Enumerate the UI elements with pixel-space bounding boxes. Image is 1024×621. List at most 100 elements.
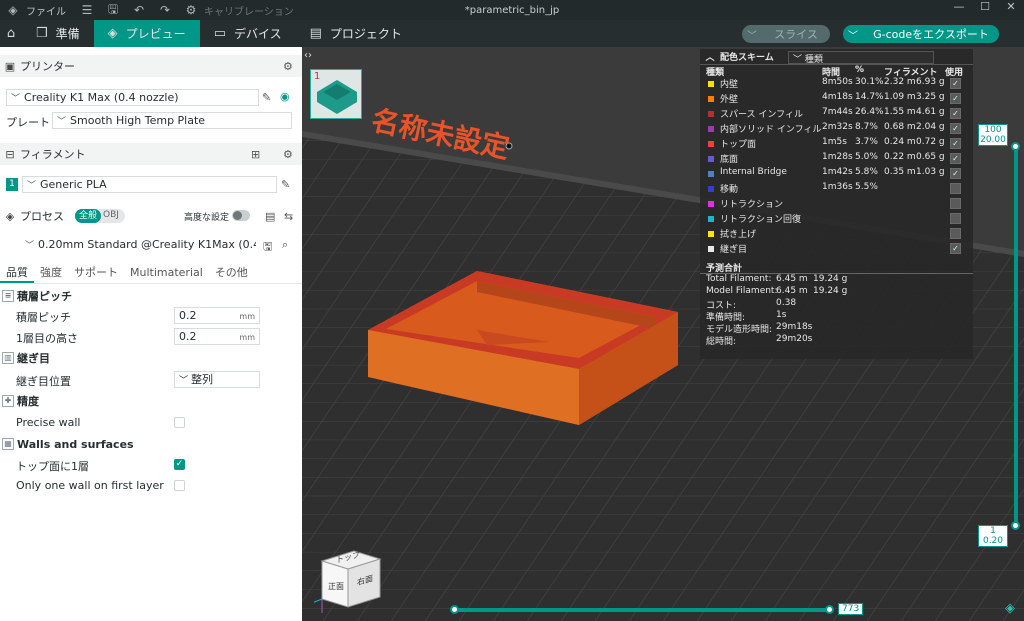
obj-toggle[interactable]: OBJ (103, 210, 119, 220)
chevron-down-icon[interactable]: ﹀ (742, 27, 762, 42)
legend-swatch (708, 216, 714, 222)
plate-select[interactable]: ﹀ Smooth High Temp Plate (52, 112, 292, 129)
legend-row[interactable]: 継ぎ目 ✓ (700, 242, 973, 257)
legend-swatch (708, 201, 714, 207)
legend-row[interactable]: 内壁 8m50s 30.1% 2.32 m 6.93 g ✓ (700, 77, 973, 92)
legend-time: 8m50s (822, 77, 853, 87)
tab-multimaterial[interactable]: Multimaterial (124, 264, 209, 283)
export-gcode-button[interactable]: ﹀ G-codeをエクスポート (843, 25, 999, 43)
filament-settings-icon[interactable]: ⚙ (283, 148, 293, 161)
plate-number: 1 (314, 71, 321, 82)
advanced-switch-knob (233, 211, 242, 220)
preview-viewport[interactable]: 名称未設定 ‹› 1 ︿ 配色スキーム ﹀ 種類 種類 時間 % フィラメント … (302, 47, 1024, 621)
tab-support[interactable]: サポート (68, 264, 124, 283)
wifi-icon[interactable]: ◉ (280, 90, 290, 103)
plate-thumbnail[interactable]: 1 (310, 69, 362, 119)
chevron-down-icon[interactable]: ﹀ (843, 27, 863, 42)
legend-visibility-checkbox[interactable]: ✓ (950, 168, 961, 179)
legend-visibility-checkbox[interactable]: ✓ (950, 153, 961, 164)
legend-visibility-checkbox[interactable]: ✓ (950, 108, 961, 119)
document-title: *parametric_bin_jp (464, 4, 560, 16)
export-label: G-codeをエクスポート (873, 28, 989, 41)
legend-visibility-checkbox[interactable]: ✓ (950, 78, 961, 89)
layer-height-label: 積層ピッチ (16, 311, 71, 324)
layer-slider[interactable] (1014, 143, 1018, 528)
edit-icon[interactable]: ✎ (262, 91, 271, 104)
compare-icon[interactable]: ⇆ (284, 210, 293, 223)
legend-visibility-checkbox[interactable]: ✓ (950, 138, 961, 149)
view-cube[interactable]: トップ 正面 右面 (311, 545, 388, 615)
add-filament-icon[interactable]: ⊞ (251, 148, 260, 161)
collapse-panel-icon[interactable]: ‹› (304, 50, 318, 62)
printer-settings-icon[interactable]: ⚙ (283, 60, 293, 73)
scheme-select[interactable]: ﹀ 種類 (788, 51, 934, 65)
move-slider-start-knob[interactable] (450, 605, 459, 614)
move-slider[interactable] (454, 608, 830, 612)
legend-visibility-checkbox[interactable]: ✓ (950, 243, 961, 254)
layer-slider-bottom-knob[interactable] (1011, 521, 1020, 530)
legend-visibility-checkbox[interactable] (950, 213, 961, 224)
search-icon[interactable]: ⌕ (282, 238, 288, 252)
legend-row[interactable]: 内部ソリッド インフィル 2m32s 8.7% 0.68 m 2.04 g ✓ (700, 122, 973, 137)
layers-toggle-icon[interactable]: ◈ (1005, 601, 1015, 616)
only-one-wall-first-layer-checkbox[interactable] (174, 480, 185, 491)
collapse-legend-icon[interactable]: ︿ (700, 50, 720, 63)
legend-row[interactable]: 外壁 4m18s 14.7% 1.09 m 3.25 g ✓ (700, 92, 973, 107)
top-one-wall-checkbox[interactable]: ✓ (174, 459, 185, 470)
legend-row[interactable]: リトラクション回復 (700, 212, 973, 227)
layer-slider-top-knob[interactable] (1011, 142, 1020, 151)
cube-icon: ❒ (36, 26, 48, 41)
close-icon[interactable]: ✕ (998, 0, 1024, 13)
slice-button[interactable]: ﹀ スライス (742, 25, 830, 43)
home-button[interactable]: ⌂ (0, 20, 22, 47)
tab-strength[interactable]: 強度 (34, 264, 68, 283)
tab-prepare[interactable]: ❒ 準備 (22, 20, 94, 47)
legend-row[interactable]: Internal Bridge 1m42s 5.8% 0.35 m 1.03 g ✓ (700, 167, 973, 182)
filament-select[interactable]: ﹀ Generic PLA (22, 176, 277, 193)
tab-quality[interactable]: 品質 (0, 264, 34, 283)
legend-visibility-checkbox[interactable]: ✓ (950, 123, 961, 134)
unit-label: mm (239, 333, 255, 342)
cube-front-label[interactable]: 正面 (328, 581, 344, 592)
legend-row[interactable]: 移動 1m36s 5.5% (700, 182, 973, 197)
tab-project-label: プロジェクト (329, 27, 402, 41)
advanced-switch[interactable] (232, 210, 250, 221)
legend-row[interactable]: 拭き上げ (700, 227, 973, 242)
legend-visibility-checkbox[interactable]: ✓ (950, 93, 961, 104)
settings-panel: ▣ プリンター ⚙ ﹀ Creality K1 Max (0.4 nozzle) … (0, 47, 302, 621)
printer-select[interactable]: ﹀ Creality K1 Max (0.4 nozzle) (6, 89, 259, 106)
legend-row[interactable]: トップ面 1m5s 3.7% 0.24 m 0.72 g ✓ (700, 137, 973, 152)
tab-project[interactable]: ▤ プロジェクト (296, 20, 416, 47)
seam-position-select[interactable]: ﹀ 整列 (174, 371, 260, 388)
precise-wall-checkbox[interactable] (174, 417, 185, 428)
legend-swatch (708, 126, 714, 132)
global-toggle[interactable]: 全般 (75, 209, 101, 223)
legend-visibility-checkbox[interactable] (950, 198, 961, 209)
layer-height-field[interactable]: 0.2 mm (174, 307, 260, 324)
process-preset-select[interactable]: ﹀0.20mm Standard @Creality K1Max (0.4 no… (20, 236, 257, 253)
list-icon[interactable]: ▤ (265, 210, 275, 223)
legend-visibility-checkbox[interactable] (950, 228, 961, 239)
legend-row[interactable]: リトラクション (700, 197, 973, 212)
tab-preview[interactable]: ◈ プレビュー (93, 20, 200, 47)
minimize-icon[interactable]: — (946, 0, 972, 13)
tab-device[interactable]: ▭ デバイス (200, 20, 296, 47)
edit-icon[interactable]: ✎ (281, 178, 290, 191)
tab-others[interactable]: その他 (209, 264, 254, 283)
legend-name: Internal Bridge (720, 167, 787, 177)
legend-swatch (708, 141, 714, 147)
legend-row[interactable]: スパース インフィル 7m44s 26.4% 1.55 m 4.61 g ✓ (700, 107, 973, 122)
printer-section-header: ▣ プリンター ⚙ (0, 55, 302, 77)
move-slider-end-knob[interactable] (825, 605, 834, 614)
first-layer-height-field[interactable]: 0.2 mm (174, 328, 260, 345)
save-preset-icon[interactable]: 🖫 (263, 238, 272, 257)
maximize-icon[interactable]: ☐ (972, 0, 998, 13)
legend-row[interactable]: 底面 1m28s 5.0% 0.22 m 0.65 g ✓ (700, 152, 973, 167)
move-value-label: 773 (838, 603, 864, 615)
monitor-icon: ▭ (213, 26, 226, 41)
legend-length: 1.09 m (884, 92, 916, 102)
filament-section-title: フィラメント (20, 148, 86, 161)
top-one-wall-label: トップ面に1層 (16, 460, 89, 473)
legend-visibility-checkbox[interactable] (950, 183, 961, 194)
col-pct: % (855, 65, 865, 75)
